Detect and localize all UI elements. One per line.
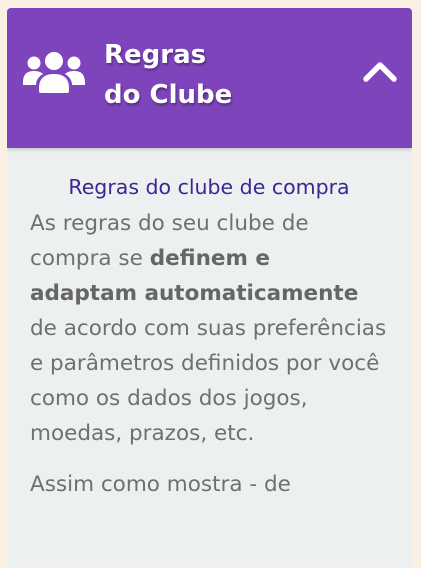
users-group-icon <box>23 52 85 93</box>
card-title: Regras do Clube <box>104 35 232 115</box>
section-subtitle: Regras do clube de compra <box>68 175 350 199</box>
paragraph-bold-b: adaptam automaticamente <box>30 281 359 306</box>
chevron-up-icon <box>363 62 397 82</box>
card-body: Regras do clube de compra As regras do s… <box>7 148 412 502</box>
rules-paragraph-2: Assim como mostra - de <box>30 472 291 497</box>
club-rules-card: Regras do Clube Regras do clube de compr… <box>7 8 412 568</box>
paragraph-bold-a: definem e <box>149 246 270 271</box>
rules-paragraph: As regras do seu clube de compra se defi… <box>30 206 388 451</box>
card-title-line1: Regras <box>104 40 207 70</box>
card-title-line2: do Clube <box>104 80 233 110</box>
collapse-toggle-button[interactable] <box>360 54 400 88</box>
card-header[interactable]: Regras do Clube <box>7 8 412 148</box>
paragraph-text-b: de acordo com suas preferências e parâme… <box>30 316 387 446</box>
